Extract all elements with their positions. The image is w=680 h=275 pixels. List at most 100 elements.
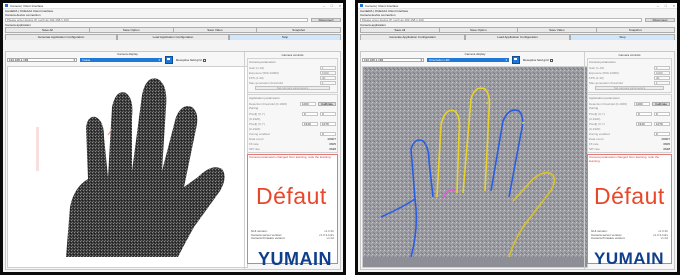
- snapshot-button[interactable]: Snapshot: [257, 27, 341, 33]
- disconnect-button[interactable]: Disconnect: [311, 18, 341, 22]
- camera-ip-select[interactable]: 192.168.1.183 ▾: [7, 58, 77, 62]
- display-mode-select[interactable]: Image ▾: [80, 58, 162, 62]
- camera-image-left: [7, 66, 248, 268]
- receptive-field-checkbox[interactable]: Receptive field grid: [176, 58, 206, 62]
- max-threshold-input[interactable]: 1: [320, 80, 336, 85]
- color-swatch[interactable]: [512, 56, 520, 64]
- host-ip-input[interactable]: Please enter device IP, such as 192.168.…: [5, 18, 308, 22]
- maximize-icon[interactable]: □: [665, 4, 667, 8]
- pixel-a-y-input[interactable]: 0: [320, 111, 336, 116]
- hand-image: [36, 78, 225, 257]
- camera-controls-header: Camera controls: [281, 53, 304, 57]
- camera-parameters-title: Camera parameters: [249, 60, 276, 64]
- set-camera-parameters-button[interactable]: Set camera parameters: [255, 86, 330, 90]
- set-camera-parameters-button[interactable]: Set camera parameters: [595, 86, 664, 90]
- application-parameters-group: Application parameters Detection thresho…: [247, 94, 338, 153]
- status-panel: Camera parameters changed from learning,…: [247, 154, 338, 269]
- fps-label: FPS (1-30): [249, 75, 264, 80]
- zoning-enabled-label: Zoning enabled: [589, 131, 610, 136]
- checkbox-box[interactable]: [202, 58, 206, 62]
- snapshot-button[interactable]: Snapshot: [596, 27, 675, 33]
- tab-stop[interactable]: Stop: [570, 34, 675, 40]
- pixel-b-y-input[interactable]: 1079: [654, 121, 670, 126]
- spi-rate-label: SPI rate: [249, 146, 260, 151]
- exposure-input[interactable]: 1000: [320, 70, 336, 75]
- content-area: Camera display 192.168.1.183 ▾ Image ▾ Rec…: [5, 51, 341, 270]
- tab-generate-config[interactable]: Generate Application Configuration: [5, 34, 117, 40]
- tab-load-config[interactable]: Load Application Configuration: [117, 34, 229, 40]
- zoning-enabled-value[interactable]: 0: [654, 131, 670, 136]
- camera-parameters-group: Camera parameters Gain (1-16) 1 Exposure …: [587, 58, 672, 93]
- gain-label: Gain (1-16): [249, 65, 265, 70]
- pixel-b-label: Pixel[] (X,Y): [589, 121, 605, 126]
- calibrate-button[interactable]: Calibrate: [651, 101, 670, 106]
- maximize-icon[interactable]: □: [331, 4, 333, 8]
- save-video-button[interactable]: Save Video: [518, 27, 597, 33]
- data-count-value: 00907: [661, 136, 670, 141]
- display-controls: 192.168.1.183 ▾ Orientation Hilb ▾ Recepti…: [361, 56, 589, 64]
- pixel-a-x-input[interactable]: 0: [636, 111, 652, 116]
- fps-input[interactable]: 30: [654, 75, 670, 80]
- camera-parameters-group: Camera parameters Gain (1-16) 1 Exposure …: [247, 58, 338, 93]
- disconnect-button[interactable]: Disconnect: [645, 18, 675, 22]
- camera-parameters-title: Camera parameters: [589, 60, 616, 64]
- pixel-a-label: Pixel[] (X,Y): [249, 111, 265, 116]
- tab-stop[interactable]: Stop: [229, 34, 341, 40]
- tab-generate-config[interactable]: Generate Application Configuration: [360, 34, 465, 40]
- pixel-a-x-input[interactable]: 0: [302, 111, 318, 116]
- save-video-button[interactable]: Save Video: [173, 27, 258, 33]
- spi-rate-value: 0628: [663, 146, 670, 151]
- gain-input[interactable]: 1: [654, 65, 670, 70]
- detection-threshold-input[interactable]: 1000: [633, 101, 650, 106]
- tab-load-config[interactable]: Load Application Configuration: [465, 34, 570, 40]
- fps-input[interactable]: 30: [320, 75, 336, 80]
- window-title: Camera | Client Interface: [365, 3, 399, 8]
- pixel-b-range: (0-1920): [589, 126, 601, 131]
- close-icon[interactable]: ×: [673, 4, 675, 8]
- pixel-a-range: (0-1920): [249, 116, 261, 121]
- rate-label: Fft rate: [589, 141, 599, 146]
- save-option-button[interactable]: Save Option: [89, 27, 174, 33]
- error-message: Camera parameters changed from learning,…: [589, 155, 660, 163]
- detection-threshold-input[interactable]: 1000: [299, 101, 316, 106]
- defaut-label: Défaut: [256, 183, 327, 209]
- save-option-button[interactable]: Save Option: [439, 27, 518, 33]
- checkbox-box[interactable]: [549, 58, 553, 62]
- max-threshold-input[interactable]: 1: [654, 80, 670, 85]
- color-swatch[interactable]: [165, 56, 173, 64]
- zoning-enabled-label: Zoning enabled: [249, 131, 270, 136]
- brand-logo: YUMAIN: [258, 249, 332, 269]
- action-tabs: Save All Save Option Save Video Snapshot: [3, 27, 343, 33]
- version-info: GUI version: v1.0.4b Camera server versio…: [591, 229, 668, 241]
- host-ip-input[interactable]: Please enter device IP, such as 192.168.…: [360, 18, 642, 22]
- app-window-right: Camera | Client Interface – □ × CamERA |…: [358, 3, 677, 272]
- exposure-label: Exposure (500-13000): [589, 70, 619, 75]
- display-pane: Camera display 192.168.1.183 ▾ Orientatio…: [361, 52, 589, 269]
- detection-threshold-label: Detection threshold (0-1000): [589, 101, 628, 106]
- camera-ip-select[interactable]: 192.168.1.183 ▾: [362, 58, 424, 62]
- close-icon[interactable]: ×: [339, 4, 341, 8]
- pixel-b-x-input[interactable]: 1919: [636, 121, 652, 126]
- brand-logo: YUMAIN: [594, 249, 665, 268]
- pixel-a-range: (0-1920): [589, 116, 601, 121]
- rate-value: 0605: [329, 141, 336, 146]
- pixel-b-x-input[interactable]: 1919: [302, 121, 318, 126]
- calibrate-button[interactable]: Calibrate: [317, 101, 336, 106]
- zoning-enabled-value[interactable]: 0: [320, 131, 336, 136]
- minimize-icon[interactable]: –: [323, 4, 325, 8]
- save-all-button[interactable]: Save All: [360, 27, 440, 33]
- controls-pane: Camera controls Camera parameters Gain (…: [584, 52, 674, 269]
- display-mode-select[interactable]: Orientation Hilb ▾: [427, 58, 509, 62]
- pixel-a-y-input[interactable]: 0: [654, 111, 670, 116]
- window-title: Camera | Client Interface: [10, 3, 44, 8]
- exposure-input[interactable]: 1000: [654, 70, 670, 75]
- camera-image-right: [362, 66, 588, 268]
- save-all-button[interactable]: Save All: [5, 27, 90, 33]
- receptive-field-checkbox[interactable]: Receptive field grid: [523, 58, 553, 62]
- gain-input[interactable]: 1: [320, 65, 336, 70]
- chevron-down-icon: ▾: [420, 58, 422, 62]
- version-info: GUI version: v1.0.4b Camera server versio…: [251, 229, 334, 241]
- minimize-icon[interactable]: –: [657, 4, 659, 8]
- app-icon: [360, 4, 363, 7]
- pixel-b-y-input[interactable]: 1079: [320, 121, 336, 126]
